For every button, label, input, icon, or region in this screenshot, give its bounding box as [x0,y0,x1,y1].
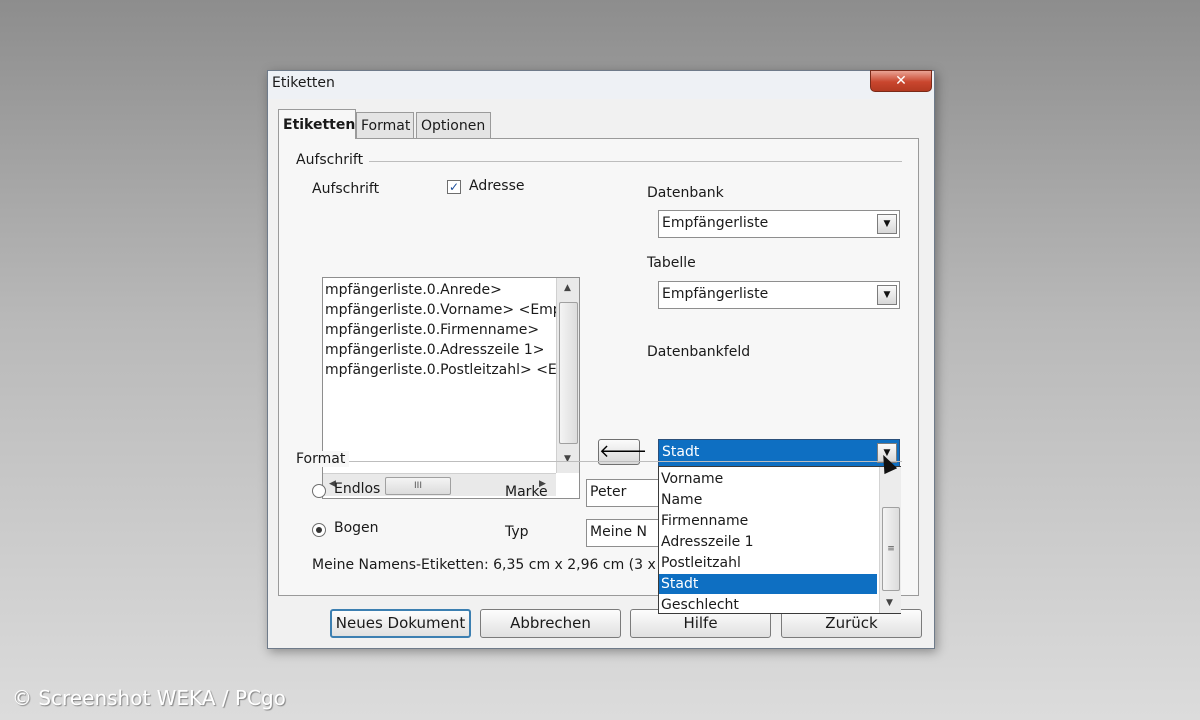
typ-value: Meine N [590,524,647,540]
aufschrift-label: Aufschrift [312,181,380,197]
chevron-down-icon[interactable]: ▼ [877,285,897,305]
chevron-down-icon[interactable]: ▼ [877,214,897,234]
datenbank-label: Datenbank [647,185,724,201]
scrollbar-thumb[interactable]: ≡ [882,507,900,591]
aufschrift-textarea[interactable]: mpfängerliste.0.Anrede> mpfängerliste.0.… [322,277,580,499]
scroll-down-icon[interactable]: ▼ [886,598,893,608]
abbrechen-button[interactable]: Abbrechen [480,609,621,638]
endlos-label: Endlos [334,481,381,497]
screenshot-credit: © Screenshot WEKA / PCgo [12,686,286,710]
tabelle-select[interactable]: Empfängerliste ▼ [658,281,900,309]
tabelle-label: Tabelle [647,255,696,271]
text-line: mpfängerliste.0.Vorname> <Empf [325,302,567,318]
title-bar[interactable]: Etiketten ✕ [268,70,934,99]
datenbankfeld-select[interactable]: Stadt ▼ [658,439,900,467]
list-item[interactable]: Firmenname [659,511,877,531]
neues-dokument-button[interactable]: Neues Dokument [330,609,471,638]
scroll-down-icon[interactable]: ▼ [564,454,571,464]
endlos-radio[interactable] [312,484,326,498]
tabelle-value: Empfängerliste [662,286,769,302]
datenbankfeld-label: Datenbankfeld [647,344,751,360]
vertical-scrollbar[interactable]: ▲ ▼ [556,278,579,473]
etiketten-dialog: Etiketten ✕ Etiketten Format Optionen Au… [267,70,935,649]
scrollbar-thumb[interactable]: III [385,477,451,495]
bogen-label: Bogen [334,520,379,536]
tab-label: Format [361,118,411,134]
adresse-label: Adresse [469,178,525,194]
text-line: mpfängerliste.0.Adresszeile 1> [325,342,545,358]
list-item[interactable]: Vorname [659,469,877,489]
group-divider [349,461,902,462]
list-item[interactable]: Name [659,490,877,510]
button-label: Abbrechen [510,614,591,632]
group-divider [369,161,902,162]
tab-optionen[interactable]: Optionen [416,112,491,138]
list-item[interactable]: Geschlecht [659,595,877,615]
button-label: Zurück [825,614,878,632]
list-item[interactable]: Postleitzahl [659,553,877,573]
marke-label: Marke [505,484,548,500]
text-line: mpfängerliste.0.Postleitzahl> <Em [325,362,571,378]
datenbank-value: Empfängerliste [662,215,769,231]
checkmark-icon: ✓ [448,180,460,194]
close-icon: ✕ [895,73,907,89]
dropdown-scrollbar[interactable]: ≡ ▼ [879,467,901,613]
typ-label: Typ [505,524,529,540]
button-label: Hilfe [683,614,718,632]
close-button[interactable]: ✕ [870,70,932,92]
scroll-up-icon[interactable]: ▲ [564,283,571,293]
datenbankfeld-value: Stadt [662,444,700,460]
aufschrift-group-label: Aufschrift [296,152,368,168]
radio-selected-dot [316,527,322,533]
format-summary: Meine Namens-Etiketten: 6,35 cm x 2,96 c… [312,557,675,573]
list-item[interactable]: Adresszeile 1 [659,532,877,552]
tab-format[interactable]: Format [356,112,414,138]
arrow-left-icon: 🡐 [599,441,648,462]
grip-icon: III [414,481,422,491]
list-item-selected[interactable]: Stadt [659,574,877,594]
tab-label: Etiketten [283,117,356,133]
adresse-checkbox[interactable]: ✓ [447,180,461,194]
window-title: Etiketten [272,75,335,91]
bogen-radio[interactable] [312,523,326,537]
text-line: mpfängerliste.0.Anrede> [325,282,502,298]
tab-label: Optionen [421,118,486,134]
datenbankfeld-dropdown-list[interactable]: Vorname Name Firmenname Adresszeile 1 Po… [658,466,901,614]
datenbank-select[interactable]: Empfängerliste ▼ [658,210,900,238]
button-label: Neues Dokument [335,614,466,632]
tab-panel: Aufschrift Aufschrift ✓ Adresse mpfänger… [278,138,919,614]
format-group-label: Format [296,451,350,467]
scrollbar-thumb[interactable] [559,302,578,444]
tab-etiketten[interactable]: Etiketten [278,109,356,139]
marke-value: Peter [590,484,627,500]
text-line: mpfängerliste.0.Firmenname> [325,322,540,338]
